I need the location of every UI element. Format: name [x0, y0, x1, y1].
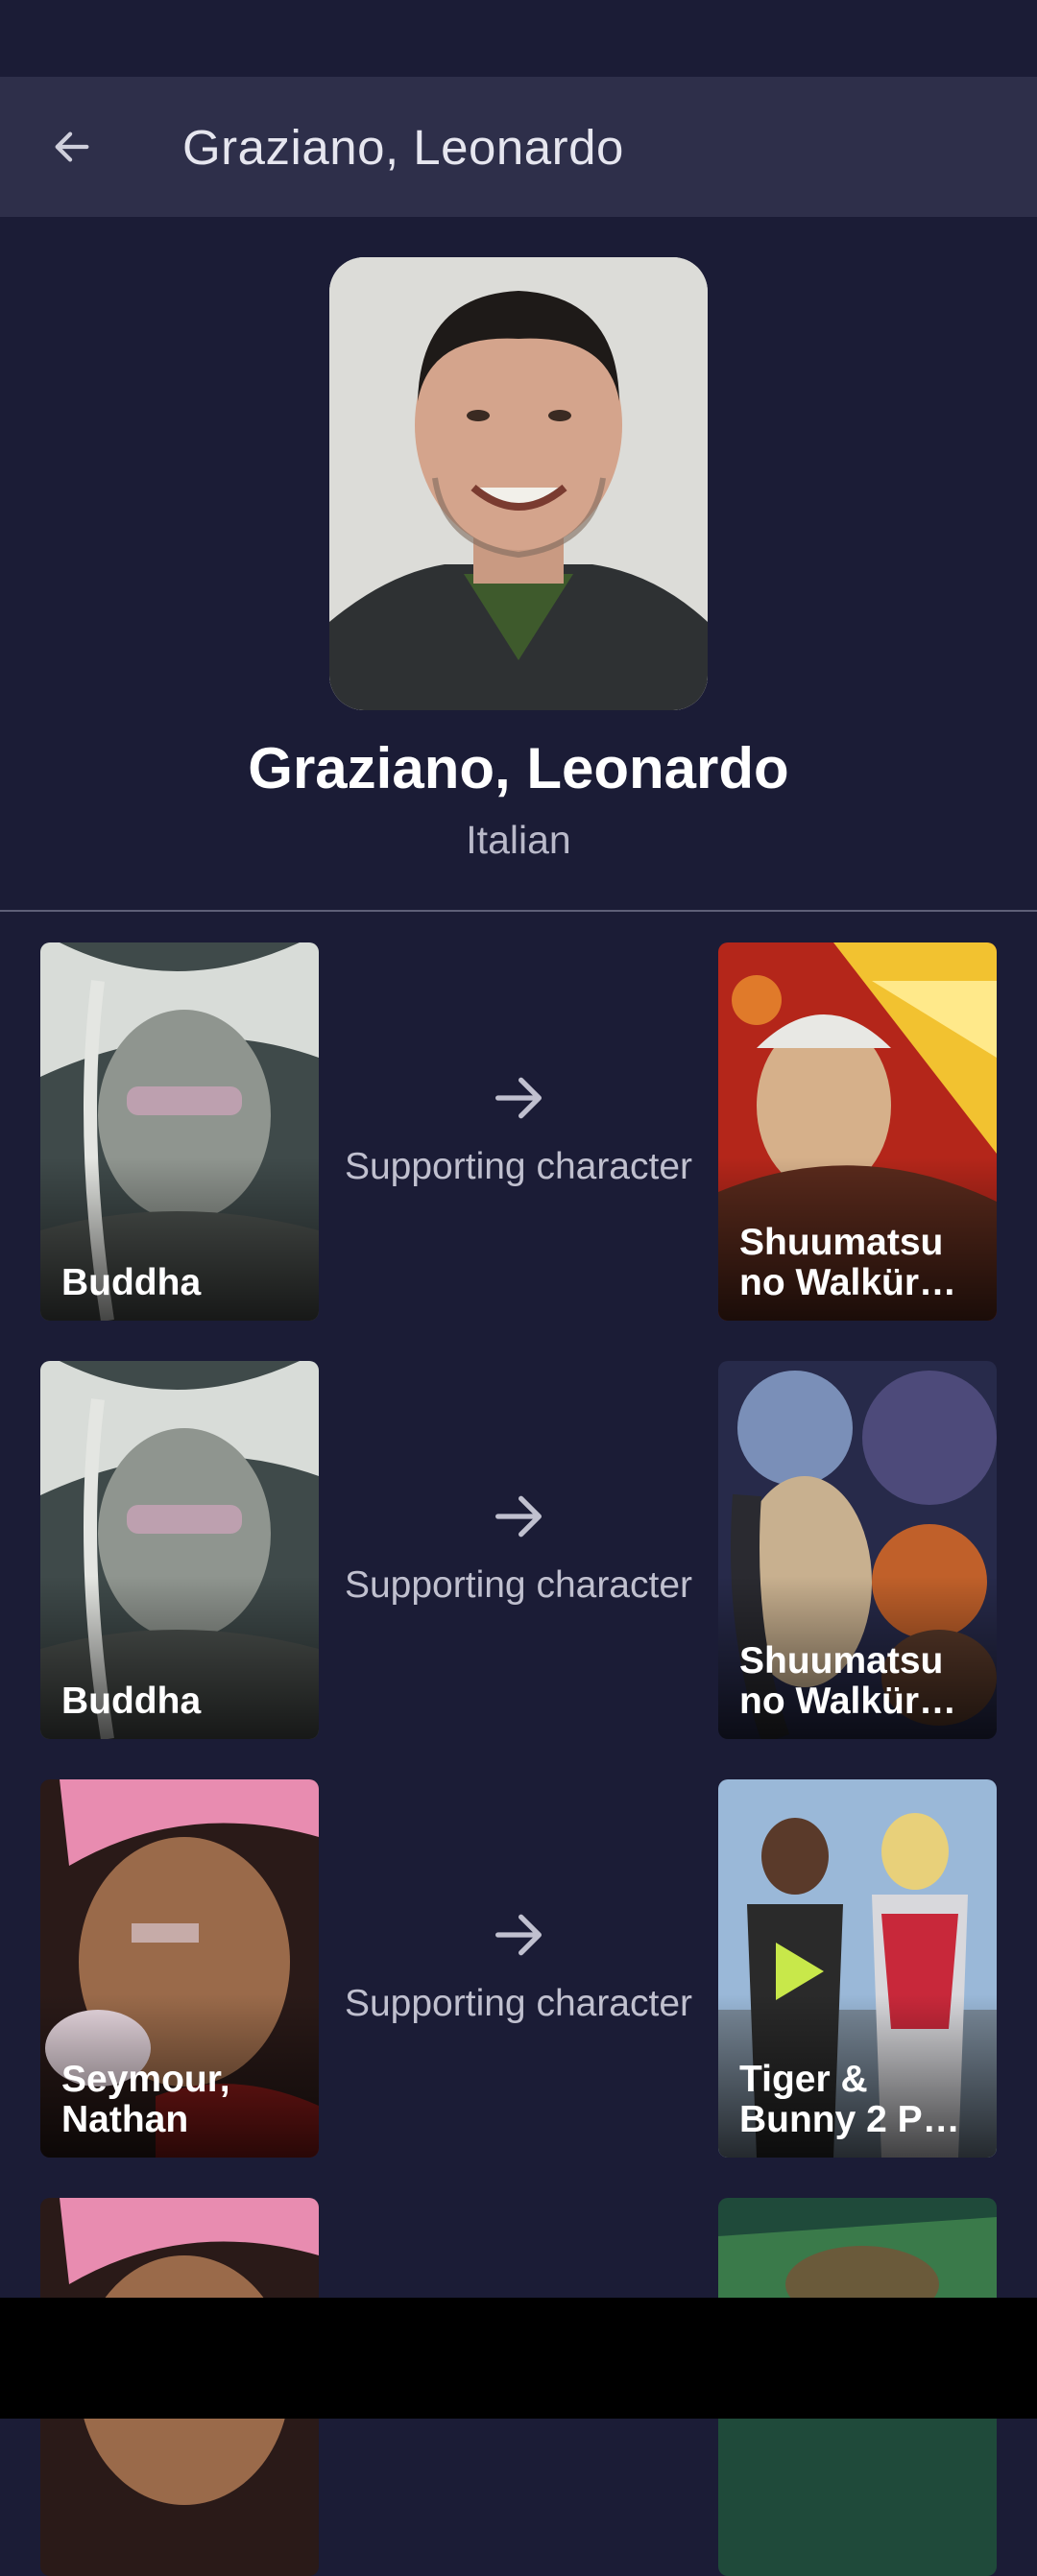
anime-title: Shuumatsu no Walkür…	[739, 1223, 957, 1303]
anime-title: Shuumatsu no Walkür…	[739, 1641, 957, 1722]
arrow-right-icon	[495, 1077, 542, 1119]
role-row: Buddha Supporting character Shuumatsu no…	[0, 942, 1037, 1321]
role-label: Supporting character	[344, 1564, 693, 1606]
character-card[interactable]: Buddha	[40, 1361, 319, 1739]
role-label: Supporting character	[344, 1983, 693, 2024]
person-language: Italian	[466, 818, 571, 862]
app-bar-title: Graziano, Leonardo	[182, 119, 624, 175]
role-row: Seymour, Nathan Supporting character Tig…	[0, 1779, 1037, 2158]
app-bar: Graziano, Leonardo	[0, 77, 1037, 217]
relation: Supporting character	[326, 1486, 711, 1607]
anime-card[interactable]: Shuumatsu no Walkür…	[718, 1361, 997, 1739]
character-card[interactable]: Buddha	[40, 942, 319, 1321]
arrow-left-icon	[55, 131, 89, 162]
back-button[interactable]	[36, 111, 108, 182]
anime-card[interactable]: Tiger & Bunny 2 P…	[718, 1779, 997, 2158]
anime-title: Tiger & Bunny 2 P…	[739, 2060, 960, 2140]
relation: Supporting character	[326, 1067, 711, 1188]
character-card[interactable]: Seymour, Nathan	[40, 1779, 319, 2158]
person-photo	[329, 257, 708, 710]
character-name: Buddha	[61, 1263, 202, 1303]
character-name: Seymour, Nathan	[61, 2060, 230, 2140]
arrow-right-icon	[495, 1914, 542, 1956]
character-name: Buddha	[61, 1682, 202, 1722]
navigation-bar	[0, 2298, 1037, 2419]
role-row: Buddha Supporting character Shuumatsu no…	[0, 1361, 1037, 1739]
status-bar	[0, 0, 1037, 77]
role-label: Supporting character	[344, 1146, 693, 1187]
arrow-right-icon	[495, 1495, 542, 1538]
anime-card[interactable]: Shuumatsu no Walkür…	[718, 942, 997, 1321]
relation: Supporting character	[326, 1904, 711, 2025]
person-name: Graziano, Leonardo	[248, 736, 789, 800]
divider	[0, 910, 1037, 912]
